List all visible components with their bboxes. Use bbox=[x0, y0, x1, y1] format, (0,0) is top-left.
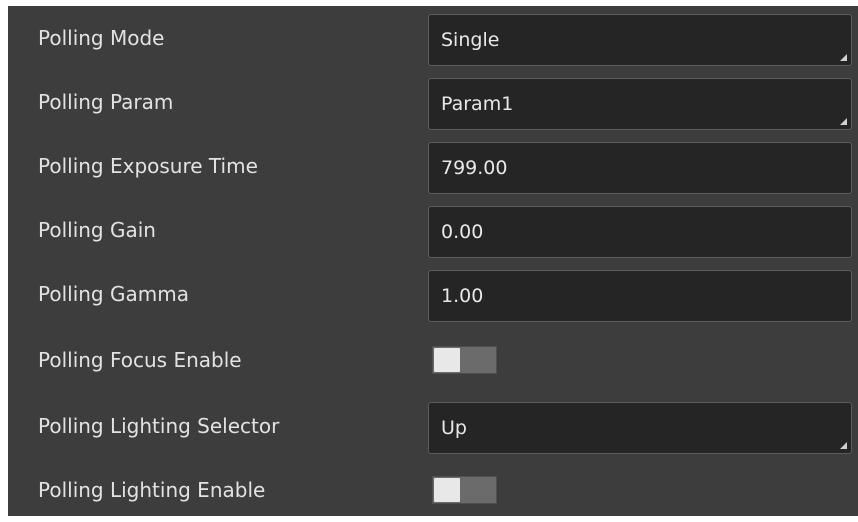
toggle-knob bbox=[434, 478, 460, 502]
polling-exposure-time-label: Polling Exposure Time bbox=[38, 154, 258, 178]
polling-lighting-selector-value: Up bbox=[441, 417, 467, 439]
polling-settings-panel: Polling Mode Single Polling Param Param1… bbox=[8, 6, 858, 516]
polling-lighting-enable-label: Polling Lighting Enable bbox=[38, 478, 266, 502]
polling-exposure-time-value: 799.00 bbox=[441, 157, 508, 179]
polling-lighting-enable-row: Polling Lighting Enable bbox=[8, 458, 858, 522]
dropdown-corner-icon bbox=[840, 118, 847, 125]
polling-gain-input[interactable]: 0.00 bbox=[428, 206, 852, 258]
polling-mode-row: Polling Mode Single bbox=[8, 6, 858, 70]
polling-mode-label: Polling Mode bbox=[38, 26, 165, 50]
polling-focus-enable-row: Polling Focus Enable bbox=[8, 328, 858, 392]
polling-exposure-time-row: Polling Exposure Time 799.00 bbox=[8, 134, 858, 198]
polling-param-row: Polling Param Param1 bbox=[8, 70, 858, 134]
polling-param-label: Polling Param bbox=[38, 90, 174, 114]
polling-mode-dropdown[interactable]: Single bbox=[428, 14, 852, 66]
polling-lighting-selector-dropdown[interactable]: Up bbox=[428, 402, 852, 454]
polling-gamma-row: Polling Gamma 1.00 bbox=[8, 262, 858, 326]
polling-param-value: Param1 bbox=[441, 93, 514, 115]
dropdown-corner-icon bbox=[840, 442, 847, 449]
toggle-knob bbox=[434, 348, 460, 372]
polling-lighting-selector-row: Polling Lighting Selector Up bbox=[8, 394, 858, 458]
polling-lighting-selector-label: Polling Lighting Selector bbox=[38, 414, 280, 438]
polling-gamma-label: Polling Gamma bbox=[38, 282, 189, 306]
polling-gain-row: Polling Gain 0.00 bbox=[8, 198, 858, 262]
dropdown-corner-icon bbox=[840, 54, 847, 61]
polling-gamma-value: 1.00 bbox=[441, 285, 484, 307]
polling-gain-value: 0.00 bbox=[441, 221, 484, 243]
polling-focus-enable-toggle[interactable] bbox=[432, 346, 497, 374]
polling-exposure-time-input[interactable]: 799.00 bbox=[428, 142, 852, 194]
polling-lighting-enable-toggle[interactable] bbox=[432, 476, 497, 504]
polling-mode-value: Single bbox=[441, 29, 500, 51]
polling-gamma-input[interactable]: 1.00 bbox=[428, 270, 852, 322]
polling-gain-label: Polling Gain bbox=[38, 218, 156, 242]
polling-focus-enable-label: Polling Focus Enable bbox=[38, 348, 242, 372]
polling-param-dropdown[interactable]: Param1 bbox=[428, 78, 852, 130]
